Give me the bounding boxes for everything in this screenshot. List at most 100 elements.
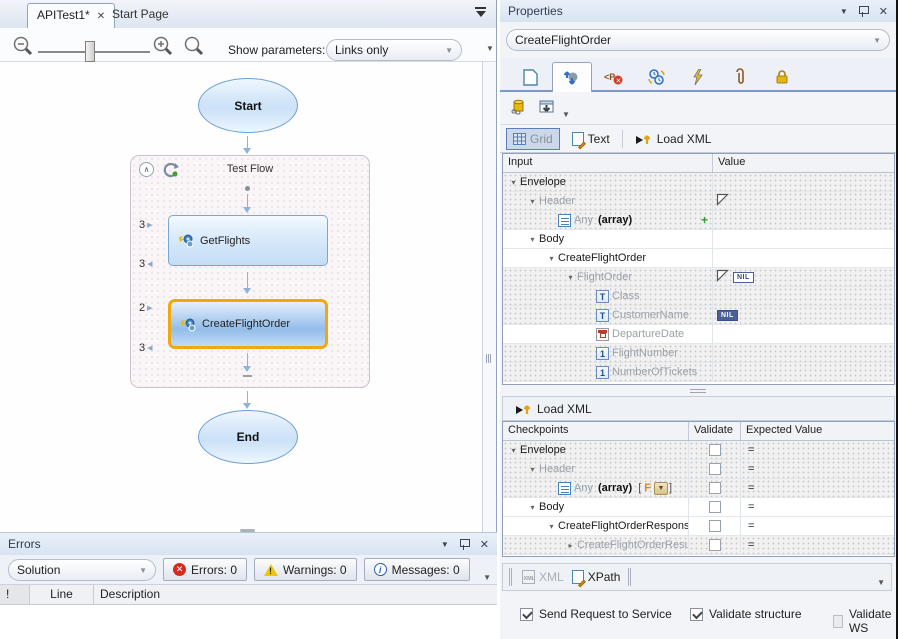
show-parameters-dropdown[interactable]: Links only ▼ [326, 39, 462, 61]
table-splitter[interactable] [502, 385, 895, 396]
input-row[interactable]: ▾CreateFlightOrder [503, 249, 894, 268]
validate-checkbox[interactable] [709, 501, 721, 513]
input-value-cell[interactable] [713, 211, 894, 229]
expected-value-cell[interactable]: = [741, 517, 894, 535]
zoom-in-icon[interactable] [152, 35, 174, 57]
input-value-cell[interactable] [713, 192, 894, 210]
tab-security[interactable] [762, 62, 802, 92]
pin-icon[interactable] [460, 538, 469, 550]
errors-col-severity[interactable]: ! [0, 585, 30, 604]
toolbar-overflow-icon[interactable]: ▼ [486, 44, 494, 53]
input-row[interactable]: 1FlightNumber [503, 344, 894, 363]
add-array-item-icon[interactable]: + [701, 213, 708, 227]
input-column-header[interactable]: Input [503, 154, 713, 172]
input-row[interactable]: ▾Header [503, 192, 894, 211]
checkbox-box[interactable] [520, 608, 533, 621]
validate-checkbox[interactable] [709, 463, 721, 475]
value-column-header[interactable]: Value [713, 154, 894, 172]
step-selector-dropdown[interactable]: CreateFlightOrder ▼ [506, 29, 890, 51]
errors-filter-button[interactable]: ✕ Errors: 0 [163, 558, 247, 581]
warnings-filter-button[interactable]: Warnings: 0 [254, 558, 357, 581]
text-view-button[interactable]: Text [566, 128, 616, 150]
errors-col-description[interactable]: Description [94, 585, 497, 604]
close-icon[interactable]: ✕ [480, 538, 489, 551]
grid-view-button[interactable]: Grid [506, 128, 560, 150]
step-createflightorder[interactable]: CreateFlightOrder [168, 299, 328, 349]
input-value-cell[interactable] [713, 287, 894, 305]
tab-general[interactable] [510, 62, 550, 92]
tab-events[interactable] [678, 62, 718, 92]
expected-value-cell[interactable]: = [741, 479, 894, 497]
input-row[interactable]: Any(array)+ [503, 211, 894, 230]
import-schema-button[interactable] [536, 97, 558, 119]
panel-menu-icon[interactable]: ▼ [441, 540, 449, 549]
expander-down-icon[interactable]: ▾ [526, 465, 539, 474]
input-value-cell[interactable]: NIL [713, 306, 894, 324]
checkpoint-row[interactable]: ▾Header= [503, 460, 894, 479]
validate-structure-checkbox[interactable]: Validate structure [690, 607, 802, 621]
validate-checkbox[interactable] [709, 539, 721, 551]
zoom-slider-thumb[interactable] [85, 41, 95, 62]
validate-checkbox[interactable] [709, 482, 721, 494]
zoom-out-icon[interactable] [12, 35, 34, 57]
load-xml-button[interactable]: Load XML [629, 128, 718, 150]
canvas-vertical-splitter[interactable] [482, 62, 496, 532]
expected-value-cell[interactable]: = [741, 460, 894, 478]
input-row[interactable]: DepartureDate [503, 325, 894, 344]
checkbox-box[interactable] [833, 615, 843, 628]
expected-value-cell[interactable]: = [741, 536, 894, 554]
input-value-cell[interactable] [713, 344, 894, 362]
close-icon[interactable]: ✕ [879, 5, 888, 18]
expander-down-icon[interactable]: ▾ [564, 273, 577, 282]
input-row[interactable]: TCustomerNameNIL [503, 306, 894, 325]
checkpoints-load-xml-button[interactable]: Load XML [509, 398, 598, 420]
errors-panel-grip[interactable] [240, 529, 255, 532]
input-row[interactable]: TClass [503, 287, 894, 306]
tab-input-output[interactable] [552, 62, 592, 92]
validate-checkbox[interactable] [709, 444, 721, 456]
mini-toolbar-overflow-icon[interactable]: ▼ [562, 110, 570, 119]
input-value-cell[interactable] [713, 173, 894, 191]
input-value-cell[interactable] [713, 325, 894, 343]
input-value-cell[interactable]: NIL [713, 268, 894, 286]
validate-column-header[interactable]: Validate [689, 422, 741, 440]
validate-checkbox[interactable] [709, 520, 721, 532]
expander-down-icon[interactable]: ▾ [545, 254, 558, 263]
expander-down-icon[interactable]: ▾ [526, 503, 539, 512]
link-data-source-button[interactable] [508, 97, 530, 119]
tab-start-page[interactable]: Start Page [103, 3, 178, 28]
step-getflights[interactable]: GetFlights [168, 215, 328, 266]
search-icon[interactable] [183, 35, 205, 57]
checkpoint-row[interactable]: ▾Body= [503, 498, 894, 517]
checkpoints-column-header[interactable]: Checkpoints [503, 422, 689, 440]
xpath-view-button[interactable]: XPath [572, 570, 621, 584]
checkpoint-row[interactable]: Any(array)[F▼]= [503, 479, 894, 498]
tab-test-parameters[interactable]: <P ✕ [594, 62, 634, 92]
input-row[interactable]: ▾Body [503, 230, 894, 249]
expected-value-cell[interactable]: = [741, 441, 894, 459]
errors-scope-dropdown[interactable]: Solution ▼ [8, 559, 156, 581]
xml-bar-overflow-icon[interactable]: ▼ [877, 578, 885, 587]
tab-attachments[interactable] [720, 62, 760, 92]
input-value-cell[interactable] [713, 230, 894, 248]
test-flow-canvas[interactable]: Start ∧ Test Flow [0, 62, 483, 532]
array-mode-dropdown-icon[interactable]: ▼ [654, 482, 668, 495]
expander-right-icon[interactable]: ▸ [564, 541, 577, 550]
input-value-cell[interactable] [713, 249, 894, 267]
panel-menu-icon[interactable]: ▼ [840, 7, 848, 16]
expected-value-cell[interactable]: = [741, 498, 894, 516]
expander-down-icon[interactable]: ▾ [526, 197, 539, 206]
expander-down-icon[interactable]: ▾ [526, 235, 539, 244]
expander-down-icon[interactable]: ▾ [507, 446, 520, 455]
input-row[interactable]: ▾Envelope [503, 173, 894, 192]
send-request-checkbox[interactable]: Send Request to Service [520, 607, 672, 621]
end-node[interactable]: End [198, 410, 298, 464]
xml-view-button[interactable]: XML XML [522, 570, 564, 584]
start-node[interactable]: Start [198, 78, 298, 133]
pin-icon[interactable] [859, 5, 868, 17]
errors-toolbar-overflow-icon[interactable]: ▼ [483, 573, 491, 582]
input-row[interactable]: ▾FlightOrderNIL [503, 268, 894, 287]
expander-down-icon[interactable]: ▾ [545, 522, 558, 531]
tab-apitest1[interactable]: APITest1*✕ [27, 3, 115, 28]
checkpoint-row[interactable]: ▾Envelope= [503, 441, 894, 460]
